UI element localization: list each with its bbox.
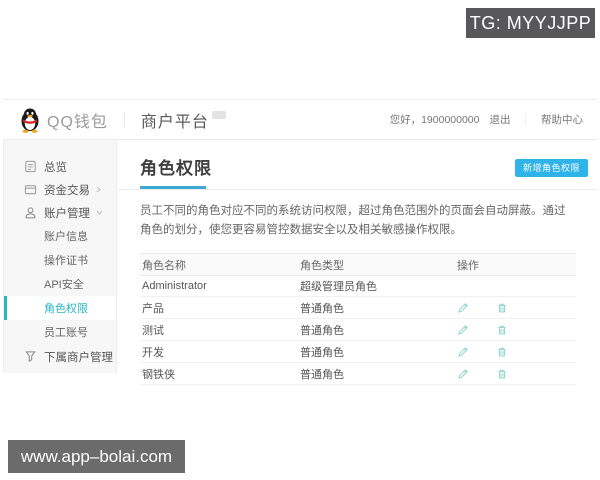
account-icon xyxy=(24,206,37,219)
logo-text: QQ钱包 xyxy=(47,113,108,131)
greeting-text: 您好，1900000000 xyxy=(389,114,480,126)
header-right: 您好，1900000000 退出 ｜ 帮助中心 xyxy=(390,112,583,127)
role-actions xyxy=(455,340,576,363)
main-content: 新增角色权限 角色权限 员工不同的角色对应不同的系统访问权限，超过角色范围外的页… xyxy=(118,140,597,385)
chevron-right-icon xyxy=(96,186,101,193)
role-actions xyxy=(455,318,576,341)
sidebar-item-overview[interactable]: 总览 xyxy=(4,155,116,178)
col-role-name: 角色名称 xyxy=(140,253,298,276)
overview-icon xyxy=(24,160,37,173)
page: TG: MYYJJPP www.app–bolai.com QQ钱包 ｜ 商户平… xyxy=(0,0,600,480)
table-row: 产品 普通角色 xyxy=(140,296,576,319)
sidebar-item-sub-merchant[interactable]: 下属商户管理 xyxy=(4,345,116,368)
table-row: Administrator 超级管理员角色 xyxy=(140,275,576,297)
role-name: 钢铁侠 xyxy=(140,362,298,385)
logout-link[interactable]: 退出 xyxy=(490,112,511,127)
logo[interactable]: QQ钱包 xyxy=(19,107,108,133)
version-badge xyxy=(211,110,226,119)
col-actions: 操作 xyxy=(455,253,576,276)
role-type: 普通角色 xyxy=(298,362,455,385)
sidebar-item-label: 账户管理 xyxy=(44,207,90,220)
sidebar-item-api-security[interactable]: API安全 xyxy=(4,272,116,296)
sidebar-item-operation-cert[interactable]: 操作证书 xyxy=(4,248,116,272)
sidebar-item-account-mgmt[interactable]: 账户管理 xyxy=(4,201,116,224)
table-header-row: 角色名称 角色类型 操作 xyxy=(140,253,576,276)
qq-penguin-icon xyxy=(21,108,39,133)
table-row: 开发 普通角色 xyxy=(140,340,576,363)
platform-title: 商户平台 xyxy=(140,113,209,131)
role-actions xyxy=(455,275,576,297)
table-row: 钢铁侠 普通角色 xyxy=(140,362,576,385)
delete-icon[interactable] xyxy=(496,324,508,336)
role-type: 超级管理员角色 xyxy=(298,275,455,297)
sidebar-subitem-label: 员工账号 xyxy=(44,327,88,339)
page-description: 员工不同的角色对应不同的系统访问权限，超过角色范围外的页面会自动屏蔽。通过角色的… xyxy=(140,205,566,236)
tg-contact-badge: TG: MYYJJPP xyxy=(466,8,595,38)
delete-icon[interactable] xyxy=(496,346,508,358)
sidebar-item-label: 总览 xyxy=(44,161,67,174)
sidebar-item-funds[interactable]: 资金交易 xyxy=(4,178,116,201)
sidebar: 总览 资金交易 账户管理 账户信息 操作证书 API安全 角色权限 员工账号 下… xyxy=(3,140,117,373)
header-links-divider: ｜ xyxy=(520,114,532,126)
role-name: 测试 xyxy=(140,318,298,341)
col-role-type: 角色类型 xyxy=(298,253,455,276)
help-center-link[interactable]: 帮助中心 xyxy=(541,112,583,127)
sidebar-subitem-label: 操作证书 xyxy=(44,255,88,267)
role-actions xyxy=(455,296,576,319)
funds-icon xyxy=(24,183,37,196)
edit-icon[interactable] xyxy=(457,368,469,380)
sidebar-item-staff-account[interactable]: 员工账号 xyxy=(4,320,116,344)
role-type: 普通角色 xyxy=(298,340,455,363)
logo-divider: ｜ xyxy=(116,112,132,129)
role-type: 普通角色 xyxy=(298,318,455,341)
sidebar-subitem-label: 角色权限 xyxy=(44,303,88,315)
edit-icon[interactable] xyxy=(457,302,469,314)
role-type: 普通角色 xyxy=(298,296,455,319)
delete-icon[interactable] xyxy=(496,302,508,314)
roles-table: 角色名称 角色类型 操作 Administrator 超级管理员角色 产品 普通… xyxy=(140,253,576,385)
watermark-url: www.app–bolai.com xyxy=(8,440,185,473)
chevron-down-icon xyxy=(96,210,103,215)
sub-merchant-icon xyxy=(24,350,37,363)
role-name: Administrator xyxy=(140,275,298,297)
edit-icon[interactable] xyxy=(457,324,469,336)
role-name: 开发 xyxy=(140,340,298,363)
edit-icon[interactable] xyxy=(457,346,469,358)
role-actions xyxy=(455,362,576,385)
app-header: QQ钱包 ｜ 商户平台 您好，1900000000 退出 ｜ 帮助中心 xyxy=(3,99,597,140)
sidebar-item-label: 资金交易 xyxy=(44,184,90,197)
title-rule xyxy=(118,189,597,190)
delete-icon[interactable] xyxy=(496,368,508,380)
sidebar-item-role-permission[interactable]: 角色权限 xyxy=(4,296,116,320)
sidebar-item-account-info[interactable]: 账户信息 xyxy=(4,224,116,248)
role-name: 产品 xyxy=(140,296,298,319)
sidebar-subitem-label: 账户信息 xyxy=(44,231,88,243)
sidebar-subitem-label: API安全 xyxy=(44,279,84,291)
add-role-button[interactable]: 新增角色权限 xyxy=(514,159,588,177)
table-row: 测试 普通角色 xyxy=(140,318,576,341)
sidebar-item-label: 下属商户管理 xyxy=(44,351,113,364)
